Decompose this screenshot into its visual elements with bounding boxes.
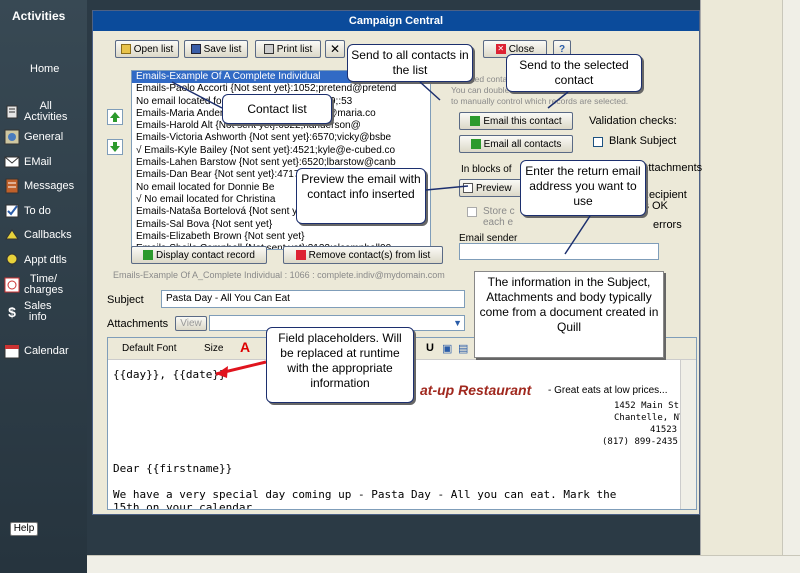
callout-pointers bbox=[171, 81, 591, 378]
